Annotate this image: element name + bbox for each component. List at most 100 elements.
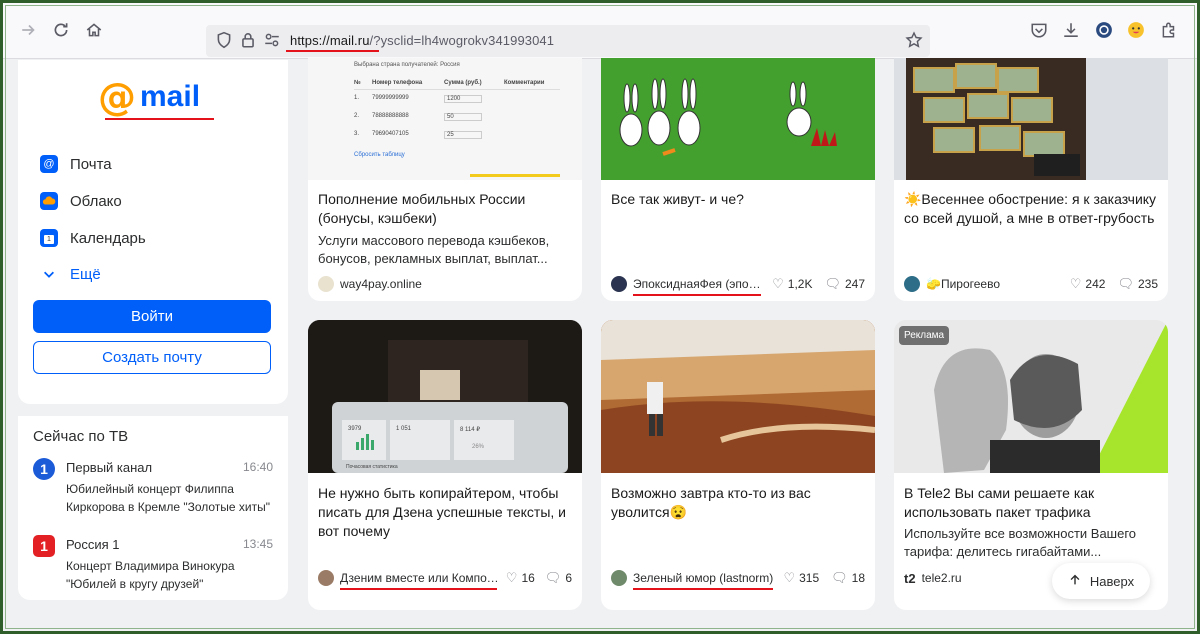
mail-logo[interactable]: @ mail: [98, 78, 200, 116]
download-icon[interactable]: [1061, 21, 1081, 41]
th: Комментарии: [504, 80, 545, 86]
feed-card[interactable]: Возможно завтра кто-то из вас уволится😧 …: [601, 320, 875, 610]
card-footer: ЭпоксиднаяФея (эпок... ♡ 1,2K 🗨 247: [611, 275, 865, 293]
card-title: В Tele2 Вы сами решаете как использовать…: [904, 485, 1095, 520]
card-title: Не нужно быть копирайтером, чтобы писать…: [318, 485, 566, 539]
dash-number: 8 114 ₽: [460, 427, 481, 433]
heart-icon[interactable]: ♡: [783, 570, 795, 586]
tv-channel: Первый канал: [66, 460, 153, 475]
card-stats: ♡ 1,2K 🗨 247: [772, 276, 865, 292]
td: 79999999999: [372, 95, 409, 101]
source-avatar: [318, 276, 334, 292]
url-host: https://mail.ru: [290, 33, 370, 48]
likes-count: 16: [521, 571, 535, 585]
tv-time: 16:40: [242, 460, 273, 474]
card-image: [894, 58, 1168, 180]
extension-translate-icon[interactable]: [1094, 21, 1114, 41]
forward-icon[interactable]: [19, 21, 39, 41]
ad-badge: Реклама: [899, 326, 950, 345]
lock-icon[interactable]: [238, 31, 258, 51]
heart-icon[interactable]: ♡: [506, 570, 518, 586]
scroll-up-button[interactable]: Наверх: [1052, 563, 1150, 599]
card-image: [601, 58, 875, 180]
nav-item-mail[interactable]: @ Почта: [40, 152, 112, 176]
create-mail-button[interactable]: Создать почту: [33, 341, 271, 374]
annotation-underline: [286, 50, 379, 52]
card-stats: ♡ 16 🗨 6: [506, 570, 572, 586]
tv-time: 13:45: [242, 537, 273, 551]
card-title: Пополнение мобильных России (бонусы, кэш…: [318, 191, 526, 226]
card-image: 3979 1 051 8 114 ₽ 26% Почасовая статист…: [308, 320, 582, 473]
table-reset-link: Сбросить таблицу: [354, 152, 405, 158]
left-sidebar: @ mail @ Почта Облако 1 Календарь Ещё Во…: [18, 60, 288, 404]
card-footer: way4pay.online: [318, 275, 572, 293]
comment-icon[interactable]: 🗨: [831, 570, 848, 586]
card-source[interactable]: tele2.ru: [922, 571, 962, 585]
dash-number: 1 051: [396, 426, 412, 432]
dash-number: 26%: [472, 444, 485, 450]
td: 78888888888: [372, 113, 409, 119]
card-source[interactable]: way4pay.online: [340, 277, 422, 291]
card-source[interactable]: ЭпоксиднаяФея (эпок...: [633, 277, 763, 291]
card-desc: Услуги массового перевода кэшбеков, бону…: [318, 233, 550, 266]
card-stats: ♡ 242 🗨 235: [1070, 276, 1158, 292]
arrow-up-icon: [1068, 573, 1082, 590]
card-source[interactable]: Дзеним вместе или Компот...: [340, 571, 500, 585]
yellow-bar: [470, 174, 560, 177]
card-stats: ♡ 315 🗨 18: [783, 570, 865, 586]
home-icon[interactable]: [84, 21, 104, 41]
source-avatar: [611, 570, 627, 586]
source-avatar: [904, 276, 920, 292]
comments-count: 235: [1137, 277, 1158, 291]
shield-icon[interactable]: [214, 31, 234, 51]
card-footer: 🧽Пирогеево ♡ 242 🗨 235: [904, 275, 1158, 293]
tele2-logo-icon: t2: [904, 570, 916, 586]
feed-card[interactable]: Все так живут- и че? ЭпоксиднаяФея (эпок…: [601, 58, 875, 301]
heart-icon[interactable]: ♡: [772, 276, 784, 292]
annotation-underline: [105, 118, 214, 120]
extensions-puzzle-icon[interactable]: [1159, 21, 1179, 41]
tv-show: Концерт Владимира Винокура "Юбилей в кру…: [66, 559, 235, 591]
feed-card[interactable]: Выбрана страна получателей: Россия № Ном…: [308, 58, 582, 301]
nav-item-calendar[interactable]: 1 Календарь: [40, 226, 146, 250]
reload-icon[interactable]: [51, 21, 71, 41]
nav-label: Ещё: [70, 265, 101, 283]
likes-count: 1,2K: [787, 277, 813, 291]
nav-item-cloud[interactable]: Облако: [40, 189, 122, 213]
scroll-up-label: Наверх: [1089, 573, 1135, 589]
comment-icon[interactable]: 🗨: [545, 570, 562, 586]
dash-number: 3979: [348, 426, 362, 432]
mail-icon: @: [40, 155, 58, 173]
nav-label: Почта: [70, 155, 112, 173]
url-bar[interactable]: https://mail.ru/?ysclid=lh4wogrokv341993…: [206, 25, 930, 57]
bookmark-star-icon[interactable]: [904, 31, 924, 51]
comment-icon[interactable]: 🗨: [824, 276, 841, 292]
tv-item[interactable]: 1 Первый канал 16:40 Юбилейный концерт Ф…: [33, 458, 273, 518]
pocket-icon[interactable]: [1029, 21, 1049, 41]
feed-card[interactable]: ☀️Весеннее обострение: я к заказчику со …: [894, 58, 1168, 301]
heart-icon[interactable]: ♡: [1070, 276, 1082, 292]
likes-count: 242: [1085, 277, 1106, 291]
url-text[interactable]: https://mail.ru/?ysclid=lh4wogrokv341993…: [290, 33, 554, 48]
card-source[interactable]: 🧽Пирогеево: [926, 277, 1000, 291]
laptop-dashboard-photo: [308, 320, 582, 473]
nav-item-more[interactable]: Ещё: [40, 262, 101, 286]
card-source[interactable]: Зеленый юмор (lastnorm): [633, 571, 773, 585]
feed-card[interactable]: 3979 1 051 8 114 ₽ 26% Почасовая статист…: [308, 320, 582, 610]
th: Номер телефона: [372, 80, 423, 86]
annotation-underline: [633, 588, 773, 590]
dash-caption: Почасовая статистика: [346, 464, 398, 470]
extension-emoji-icon[interactable]: [1126, 21, 1146, 41]
permissions-icon[interactable]: [262, 31, 282, 51]
card-image: Выбрана страна получателей: Россия № Ном…: [308, 58, 582, 180]
card-embedded-table: № Номер телефона Сумма (руб.) Комментари…: [354, 80, 560, 158]
comment-icon[interactable]: 🗨: [1117, 276, 1134, 292]
tv-item[interactable]: 1 Россия 1 13:45 Концерт Владимира Винок…: [33, 535, 273, 595]
table-caption: Выбрана страна получателей: Россия: [354, 62, 460, 68]
annotation-underline: [340, 588, 497, 590]
source-avatar: [611, 276, 627, 292]
money-cake-photo: [894, 58, 1168, 180]
logo-text: mail: [140, 80, 201, 113]
card-title: Возможно завтра кто-то из вас уволится😧: [611, 485, 811, 520]
login-button[interactable]: Войти: [33, 300, 271, 333]
